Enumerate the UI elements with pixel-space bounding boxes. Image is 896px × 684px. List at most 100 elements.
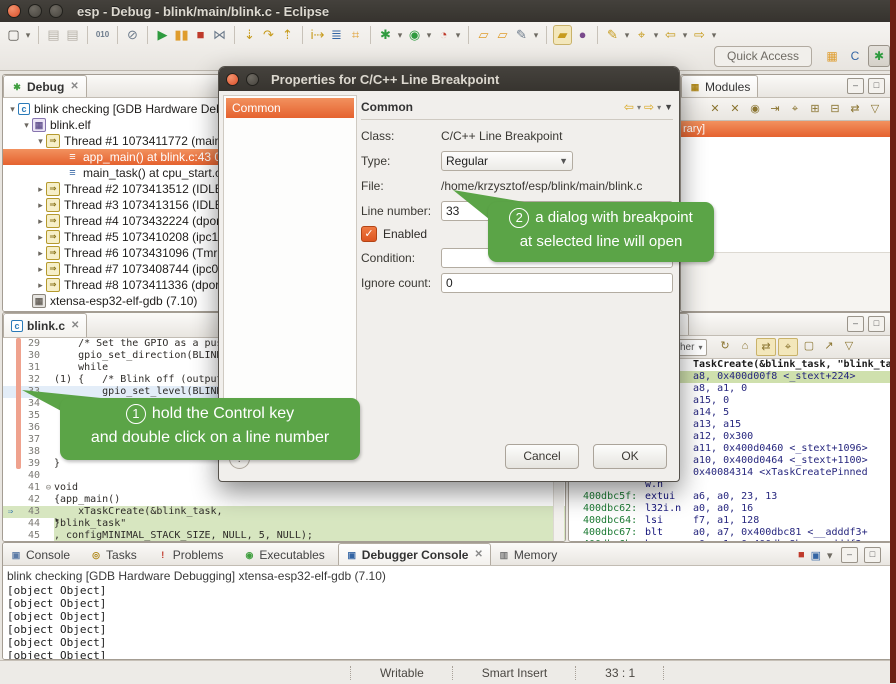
twisty-icon[interactable]: ▸ (35, 248, 46, 259)
twisty-icon[interactable]: ▸ (35, 280, 46, 291)
back-icon[interactable]: ⇦ (624, 100, 634, 114)
twisty-icon[interactable]: ▸ (35, 232, 46, 243)
line-number[interactable]: 31 (18, 362, 43, 374)
line-number[interactable]: 45 (18, 530, 43, 542)
console-tab[interactable]: ▣ Console (3, 544, 83, 565)
disassembly-row[interactable]: 400dbc5f: extui a6, a0, 23, 13 (569, 491, 891, 503)
ok-button[interactable]: OK (593, 444, 667, 469)
line-number[interactable]: 44 (18, 518, 43, 530)
disassembly-row[interactable]: 400dbc62: l32i.n a0, a0, 16 (569, 503, 891, 515)
console-toolbar-icon[interactable]: ■ (798, 549, 805, 561)
disassembly-row[interactable]: 400dbc64: lsi f7, a1, 128 (569, 515, 891, 527)
console-tab[interactable]: ! Problems (150, 544, 237, 565)
modules-toolbar-icon[interactable]: ◉ (746, 101, 764, 117)
console-output[interactable]: [object Object] [object Object] [object … (3, 584, 891, 660)
maximize-icon[interactable]: □ (868, 316, 885, 332)
line-number[interactable]: 40 (18, 470, 43, 482)
toolbar-icon[interactable]: ● (574, 26, 591, 44)
menu-icon[interactable]: ▼ (664, 102, 673, 112)
maximize-icon[interactable]: □ (868, 78, 885, 94)
toolbar-icon[interactable]: ▰ (553, 25, 572, 45)
fold-icon[interactable] (43, 518, 54, 530)
toolbar-icon[interactable]: ▾ (396, 26, 404, 44)
toolbar-icon[interactable]: ⇡ (279, 26, 296, 44)
tab-debug[interactable]: ✱ Debug ✕ (3, 75, 87, 97)
back-dropdown-icon[interactable]: ▾ (637, 103, 641, 112)
toolbar-icon[interactable]: ↷ (260, 26, 277, 44)
fold-icon[interactable] (43, 530, 54, 542)
toolbar-icon[interactable] (147, 26, 148, 44)
twisty-icon[interactable]: ▾ (7, 104, 18, 115)
toolbar-icon[interactable]: ⇦ (662, 26, 679, 44)
type-select[interactable]: Regular ▼ (441, 151, 573, 171)
disassembly-toolbar-icon[interactable]: ⇄ (756, 338, 776, 356)
toolbar-icon[interactable] (38, 26, 39, 44)
quick-access-button[interactable]: Quick Access (714, 46, 812, 67)
toolbar-icon[interactable]: ▮▮ (173, 26, 190, 44)
code-line[interactable]: 44 } (3, 518, 565, 530)
toolbar-icon[interactable]: ▾ (681, 26, 689, 44)
enabled-checkbox[interactable]: ✓ (361, 226, 377, 242)
toolbar-icon[interactable] (546, 26, 547, 44)
disassembly-row[interactable]: 400dbc67: blt a0, a7, 0x400dbc81 <__addd… (569, 527, 891, 539)
toolbar-icon[interactable]: ▱ (494, 26, 511, 44)
modules-toolbar-icon[interactable]: ⊟ (826, 101, 844, 117)
fold-icon[interactable] (43, 446, 54, 458)
toolbar-icon[interactable]: ▢ (5, 26, 22, 44)
window-maximize-icon[interactable] (49, 4, 63, 18)
modules-toolbar-icon[interactable]: ✕ (706, 101, 724, 117)
console-tab[interactable]: ◉ Executables (236, 544, 337, 565)
fold-icon[interactable] (43, 458, 54, 470)
forward-icon[interactable]: ⇨ (644, 100, 654, 114)
perspective-icon[interactable]: C (845, 46, 865, 66)
toolbar-icon[interactable]: ▾ (24, 26, 32, 44)
toolbar-icon[interactable] (302, 26, 303, 44)
toolbar-icon[interactable]: ▾ (710, 26, 718, 44)
fold-icon[interactable] (43, 494, 54, 506)
toolbar-icon[interactable]: ≣ (328, 26, 345, 44)
instruction-pointer-icon[interactable] (3, 470, 18, 482)
perspective-icon[interactable]: ✱ (868, 45, 890, 67)
console-tab[interactable]: ▣ Debugger Console ✕ (338, 543, 491, 565)
modules-toolbar-icon[interactable]: ✕ (726, 101, 744, 117)
line-number[interactable]: 41 (18, 482, 43, 494)
toolbar-icon[interactable]: ✎ (604, 26, 621, 44)
console-toolbar-icon[interactable]: ▾ (827, 549, 835, 562)
toolbar-icon[interactable]: i⇢ (309, 26, 326, 44)
line-number[interactable]: 29 (18, 338, 43, 350)
toolbar-icon[interactable] (234, 26, 235, 44)
maximize-icon[interactable]: □ (864, 547, 881, 563)
disassembly-toolbar-icon[interactable]: ↻ (716, 338, 734, 354)
tab-modules[interactable]: ▦ Modules (681, 75, 758, 97)
instruction-pointer-icon[interactable] (3, 530, 18, 542)
toolbar-icon[interactable]: ◉ (406, 26, 423, 44)
disassembly-toolbar-icon[interactable]: ⌖ (778, 338, 798, 356)
close-icon[interactable]: ✕ (474, 549, 482, 560)
toolbar-icon[interactable]: ◔ (435, 26, 452, 44)
toolbar-icon[interactable] (597, 26, 598, 44)
twisty-icon[interactable]: ▾ (21, 120, 32, 131)
close-icon[interactable]: ✕ (70, 81, 78, 92)
toolbar-icon[interactable]: ⇨ (691, 26, 708, 44)
code-line[interactable]: ⇒ 43 xTaskCreate(&blink_task, "blink_tas… (3, 506, 565, 518)
toolbar-icon[interactable] (117, 26, 118, 44)
toolbar-icon[interactable]: ▾ (532, 26, 540, 44)
modules-toolbar-icon[interactable]: ⌖ (786, 101, 804, 117)
toolbar-icon[interactable]: ⌖ (633, 26, 650, 44)
twisty-icon[interactable]: ▸ (35, 200, 46, 211)
toolbar-icon[interactable]: ⇣ (241, 26, 258, 44)
minimize-icon[interactable]: ‒ (847, 78, 864, 94)
line-number[interactable]: 38 (18, 446, 43, 458)
toolbar-icon[interactable]: ▾ (623, 26, 631, 44)
ignore-count-input[interactable]: 0 (441, 273, 673, 293)
dialog-minimize-icon[interactable] (246, 73, 259, 86)
instruction-pointer-icon[interactable] (3, 518, 18, 530)
line-number[interactable]: 43 (18, 506, 43, 518)
toolbar-icon[interactable]: ✱ (377, 26, 394, 44)
disassembly-toolbar-icon[interactable]: ↗ (820, 338, 838, 354)
twisty-icon[interactable]: ▸ (35, 216, 46, 227)
toolbar-icon[interactable] (468, 26, 469, 44)
twisty-icon[interactable]: ▸ (35, 184, 46, 195)
tab-blink-c[interactable]: c blink.c ✕ (3, 313, 87, 337)
code-line[interactable]: 41 ⊖ void app_main() (3, 482, 565, 494)
